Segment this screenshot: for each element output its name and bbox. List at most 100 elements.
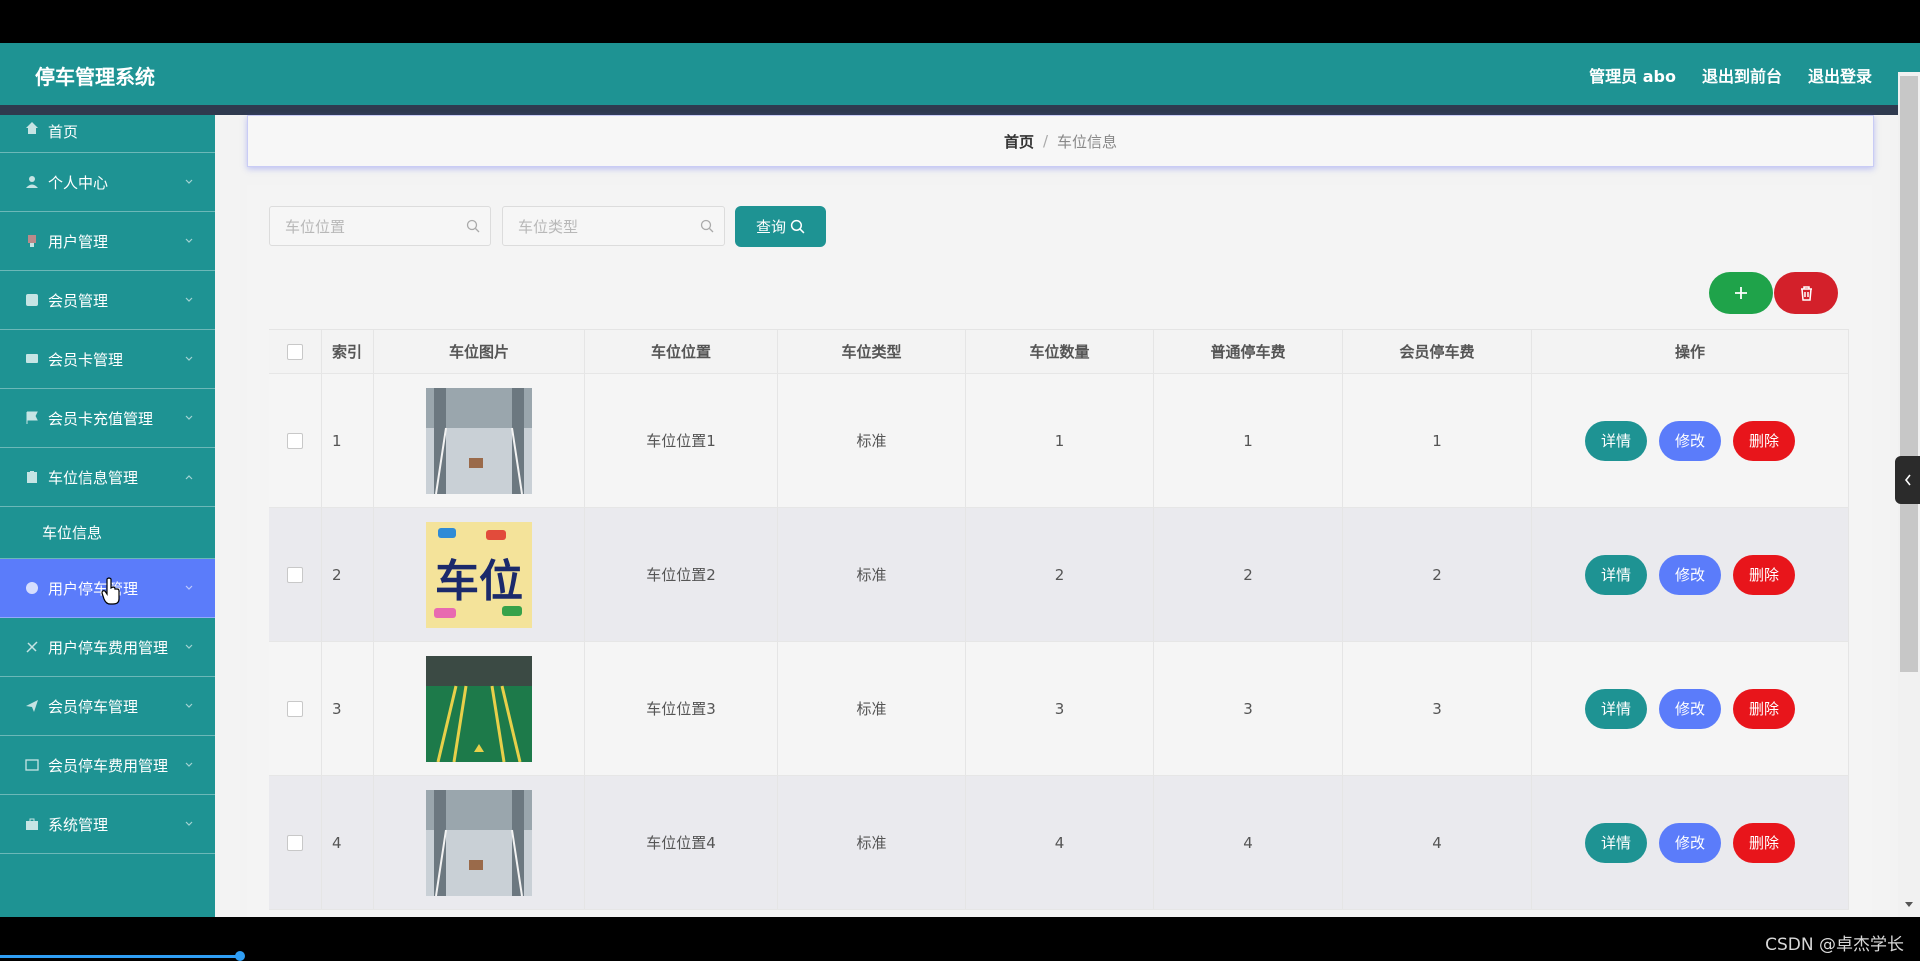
send-icon [26,700,38,712]
detail-button[interactable]: 详情 [1585,822,1647,863]
row-actions: 详情 修改 删除 [1532,374,1849,507]
row-checkbox[interactable] [287,834,303,851]
query-button[interactable]: 查询 [735,206,826,247]
sidebar-item-label: 系统管理 [48,815,109,834]
sidebar-item-members[interactable]: 会员管理 [0,271,215,330]
row-image-cell [374,374,585,507]
trash-icon [1800,286,1812,301]
sidebar-item-member-parking[interactable]: 会员停车管理 [0,677,215,736]
chevron-down-icon [185,703,193,708]
header-actions: 管理员 abo 退出到前台 退出登录 [1589,63,1872,87]
sidebar-item-system[interactable]: 系统管理 [0,795,215,854]
chevron-down-icon [185,415,193,420]
sidebar-item-home[interactable]: 首页 [0,115,215,153]
detail-button[interactable]: 详情 [1585,688,1647,729]
main-area: 首页 / 车位信息 查询 [215,115,1920,917]
detail-button[interactable]: 详情 [1585,420,1647,461]
row-member-fee: 2 [1343,508,1532,641]
row-actions: 详情 修改 删除 [1532,642,1849,775]
sidebar-item-users[interactable]: 用户管理 [0,212,215,271]
top-header: 停车管理系统 管理员 abo 退出到前台 退出登录 [0,43,1920,105]
app-window: 停车管理系统 管理员 abo 退出到前台 退出登录 首页 个人中心 用户管理 会… [0,43,1920,917]
sidebar-item-card-recharge[interactable]: 会员卡充值管理 [0,389,215,448]
user-icon [26,176,38,188]
edit-button[interactable]: 修改 [1659,554,1721,595]
edit-button[interactable]: 修改 [1659,688,1721,729]
sidebar-item-member-fee[interactable]: 会员停车费用管理 [0,736,215,795]
type-search-field[interactable] [502,206,725,247]
exit-to-front-link[interactable]: 退出到前台 [1702,63,1782,87]
row-location: 车位位置4 [585,776,778,909]
select-all-checkbox[interactable] [287,343,303,360]
add-button[interactable] [1709,272,1773,314]
chevron-down-icon [185,585,193,590]
row-index: 1 [322,374,374,507]
card-icon [26,354,38,363]
row-location: 车位位置3 [585,642,778,775]
row-type: 标准 [778,508,966,641]
scroll-down-icon[interactable] [1903,900,1915,910]
green-parking-lot-thumbnail[interactable] [426,655,532,762]
detail-button[interactable]: 详情 [1585,554,1647,595]
header-divider [0,105,1920,115]
header-index[interactable]: 索引 [322,330,374,373]
home-icon [26,122,38,134]
row-checkbox[interactable] [287,432,303,449]
delete-button[interactable]: 删除 [1733,688,1795,729]
row-location: 车位位置2 [585,508,778,641]
row-member-fee: 3 [1343,642,1532,775]
scrollbar-thumb[interactable] [1900,76,1918,672]
sidebar-subitem-space-info[interactable]: 车位信息 [0,507,215,559]
parking-sign-text: 车位 [435,556,523,607]
row-select-cell [269,776,322,909]
row-actions: 详情 修改 删除 [1532,508,1849,641]
row-select-cell [269,642,322,775]
row-index: 2 [322,508,374,641]
row-checkbox[interactable] [287,566,303,583]
briefcase-icon [26,818,38,830]
chevron-down-icon [185,238,193,243]
delete-button[interactable]: 删除 [1733,420,1795,461]
sidebar-item-user-fee[interactable]: 用户停车费用管理 [0,618,215,677]
delete-button[interactable]: 删除 [1733,822,1795,863]
row-normal-fee: 3 [1154,642,1343,775]
bulk-delete-button[interactable] [1774,272,1838,314]
collapse-panel-tab[interactable] [1895,456,1920,504]
sidebar-item-profile[interactable]: 个人中心 [0,153,215,212]
parking-garage-thumbnail[interactable] [426,789,532,896]
table-header-row: 索引 车位图片 车位位置 车位类型 车位数量 普通停车费 会员停车费 操作 [269,329,1849,374]
video-progress-bar[interactable] [0,955,240,958]
edit-button[interactable]: 修改 [1659,822,1721,863]
delete-button[interactable]: 删除 [1733,554,1795,595]
sidebar-item-label: 会员停车费用管理 [48,756,169,775]
search-icon [466,219,480,233]
sidebar-item-space-info[interactable]: 车位信息管理 [0,448,215,507]
sidebar-item-label: 车位信息管理 [48,468,139,487]
content-panel: 查询 索引 车位图片 车位位置 车位类型 车位数量 普通停车费 会员停车费 [247,185,1872,917]
search-icon [700,219,714,233]
location-search-field[interactable] [269,206,491,247]
parking-sign-thumbnail[interactable]: 车位 [426,521,532,628]
sidebar-item-label: 会员管理 [48,291,109,310]
logout-link[interactable]: 退出登录 [1808,63,1872,87]
row-type: 标准 [778,776,966,909]
sidebar: 首页 个人中心 用户管理 会员管理 会员卡管理 会员卡充值管理 车位信息管理 车… [0,115,215,917]
row-image-cell [374,776,585,909]
breadcrumb-home[interactable]: 首页 [1004,131,1034,152]
type-search-input[interactable] [503,207,690,247]
fee-icon [26,641,38,653]
sidebar-item-user-parking[interactable]: 用户停车管理 [0,559,215,618]
table-row: 3 车位位置3 标准 3 3 3 详情 修改 删除 [269,642,1849,776]
parking-garage-thumbnail[interactable] [426,387,532,494]
edit-button[interactable]: 修改 [1659,420,1721,461]
chevron-down-icon [185,821,193,826]
query-button-label: 查询 [755,218,786,236]
sidebar-item-label: 会员停车管理 [48,697,139,716]
location-search-input[interactable] [270,207,457,247]
sidebar-item-label: 用户停车管理 [48,579,139,598]
row-type: 标准 [778,374,966,507]
sidebar-item-label: 首页 [48,123,79,141]
sidebar-item-member-card[interactable]: 会员卡管理 [0,330,215,389]
header-image: 车位图片 [374,330,585,373]
row-checkbox[interactable] [287,700,303,717]
